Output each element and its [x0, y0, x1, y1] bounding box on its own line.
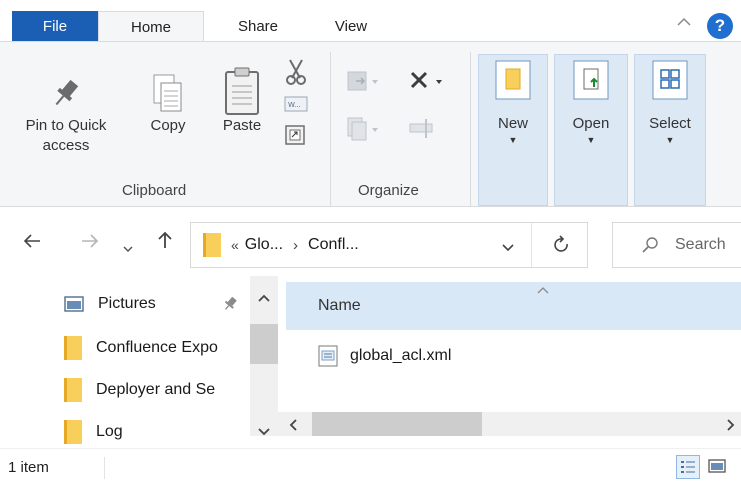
search-box[interactable]: Search — [612, 222, 741, 268]
copy-label: Copy — [150, 117, 186, 134]
new-button[interactable]: New ▼ — [478, 60, 548, 146]
copy-to-button[interactable] — [346, 116, 380, 146]
clipboard-group-label: Clipboard — [122, 182, 187, 199]
organize-group-label: Organize — [358, 182, 419, 199]
address-dropdown-icon[interactable] — [501, 240, 515, 257]
help-icon[interactable]: ? — [707, 13, 733, 39]
file-horizontal-scrollbar[interactable] — [278, 412, 741, 436]
open-icon — [573, 60, 609, 114]
new-label: New — [497, 115, 528, 132]
chevron-down-icon: ▼ — [508, 135, 518, 145]
up-icon[interactable] — [156, 230, 174, 256]
nav-item-deployer[interactable]: Deployer and Se — [64, 374, 248, 406]
breadcrumb-overflow[interactable]: « — [231, 237, 239, 253]
nav-item-confluence[interactable]: Confluence Expo — [64, 332, 248, 364]
details-view-icon[interactable] — [676, 455, 700, 479]
search-icon — [641, 236, 659, 254]
status-divider — [104, 457, 105, 479]
chevron-down-icon: ▼ — [665, 135, 675, 145]
nav-item-label: Confluence Expo — [96, 339, 218, 356]
breadcrumb-separator: › — [293, 236, 299, 254]
svg-text:W...: W... — [288, 101, 301, 109]
scroll-right-icon[interactable] — [726, 418, 736, 436]
paste-button[interactable]: Paste — [212, 54, 272, 136]
copy-icon — [151, 54, 185, 116]
folder-icon — [64, 378, 82, 402]
ribbon-home: Pin to Quick access Copy Paste W... Clip… — [0, 41, 741, 207]
xml-file-icon — [318, 345, 338, 367]
back-icon[interactable] — [22, 230, 42, 256]
breadcrumb-item-2[interactable]: Confl... — [308, 236, 359, 254]
copy-button[interactable]: Copy — [140, 54, 196, 136]
refresh-icon[interactable] — [553, 235, 571, 259]
open-button[interactable]: Open ▼ — [554, 60, 628, 146]
pictures-icon — [64, 296, 84, 312]
pin-icon — [49, 76, 83, 116]
scroll-left-icon[interactable] — [288, 418, 298, 436]
tab-file[interactable]: File — [12, 11, 98, 42]
paste-label: Paste — [222, 117, 262, 134]
scissors-icon[interactable] — [284, 58, 312, 90]
breadcrumb-item-1[interactable]: Glo... — [245, 236, 283, 254]
file-scroll-thumb[interactable] — [312, 412, 482, 436]
tab-share[interactable]: Share — [214, 11, 302, 42]
select-icon — [652, 60, 688, 114]
tab-home[interactable]: Home — [98, 11, 204, 42]
address-bar[interactable]: « Glo... › Confl... — [190, 222, 588, 268]
navigation-pane: Pictures Confluence Expo Deployer and Se… — [0, 276, 278, 448]
column-header-label: Name — [318, 297, 361, 314]
pin-to-quick-access-button[interactable]: Pin to Quick access — [0, 76, 132, 156]
pin-label-2: access — [42, 137, 90, 154]
folder-icon — [64, 420, 82, 444]
folder-icon — [64, 336, 82, 360]
nav-item-log[interactable]: Log — [64, 416, 248, 448]
column-header-name[interactable]: Name — [286, 282, 741, 330]
paste-shortcut-icon[interactable] — [284, 124, 312, 154]
file-name: global_acl.xml — [350, 347, 452, 364]
delete-icon — [408, 71, 448, 98]
copy-to-icon — [346, 117, 380, 146]
move-to-button[interactable] — [346, 68, 380, 98]
move-to-icon — [346, 71, 380, 98]
nav-item-label: Pictures — [98, 295, 156, 312]
tab-view[interactable]: View — [312, 11, 390, 42]
chevron-down-icon: ▼ — [586, 135, 596, 145]
sort-ascending-icon — [536, 282, 550, 299]
folder-icon — [203, 233, 221, 257]
status-bar: 1 item — [0, 448, 741, 486]
select-label: Select — [649, 115, 691, 132]
paste-icon — [222, 54, 262, 116]
clipboard-small-tools: W... — [284, 58, 312, 154]
file-list: Name global_acl.xml — [278, 276, 741, 448]
rename-button[interactable] — [408, 116, 442, 146]
file-row[interactable]: global_acl.xml — [318, 336, 451, 376]
nav-item-label: Deployer and Se — [96, 381, 216, 398]
delete-button[interactable] — [408, 68, 448, 98]
item-count: 1 item — [8, 459, 49, 476]
forward-icon[interactable] — [80, 230, 100, 256]
separator — [470, 52, 471, 207]
pin-icon — [222, 296, 238, 316]
nav-scroll-thumb[interactable] — [250, 324, 278, 364]
nav-item-label: Log — [96, 423, 123, 440]
pin-label-1: Pin to Quick — [25, 117, 107, 134]
navigation-row: « Glo... › Confl... Search — [0, 208, 741, 276]
scroll-up-icon[interactable] — [257, 290, 271, 307]
nav-vertical-scrollbar[interactable] — [250, 276, 278, 436]
separator — [330, 52, 331, 207]
nav-item-pictures[interactable]: Pictures — [64, 288, 248, 320]
recent-locations-icon[interactable] — [122, 234, 134, 260]
large-icons-view-icon[interactable] — [708, 459, 726, 477]
collapse-ribbon-icon[interactable] — [676, 15, 692, 33]
rename-icon — [408, 119, 442, 146]
scroll-down-icon[interactable] — [257, 424, 271, 441]
copy-path-icon[interactable]: W... — [284, 90, 312, 124]
new-folder-icon — [495, 60, 531, 114]
address-divider — [531, 223, 532, 267]
open-label: Open — [572, 115, 610, 132]
select-button[interactable]: Select ▼ — [634, 60, 706, 146]
search-placeholder: Search — [675, 236, 726, 253]
ribbon-tab-bar: File Home Share View ? — [0, 0, 741, 42]
